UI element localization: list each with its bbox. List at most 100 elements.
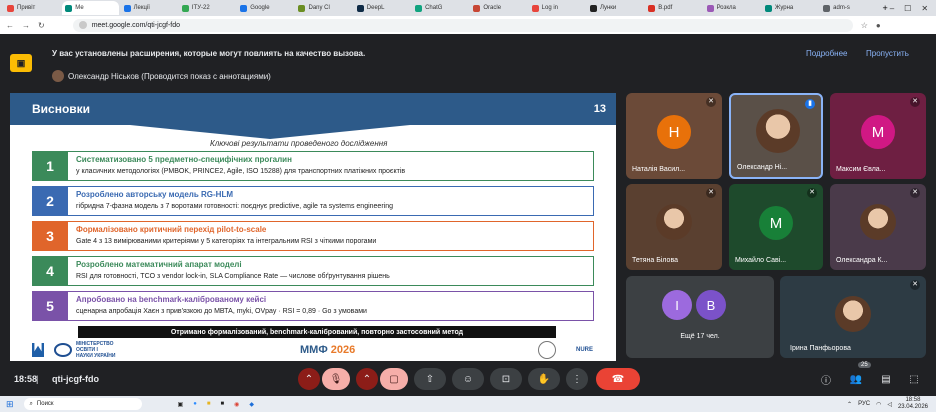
university-seal-logo [538,341,556,359]
shared-slide: Висновки 13 Ключові результати проведено… [10,93,616,361]
browser-tab[interactable]: Dany Cl [295,1,352,15]
conclusion-number: 2 [32,186,68,216]
more-info-link[interactable]: Подробнее [806,49,848,58]
conclusion-title: Систематизовано 5 предметно-специфічних … [76,155,292,164]
tab-label: Oracle [483,5,502,11]
conclusion-description: Gate 4 з 13 вимірюваними критеріями у 5 … [76,238,377,245]
camera-off-icon[interactable]: ▢ [380,368,408,390]
captions-icon[interactable]: ⊡ [490,368,522,390]
windows-start-icon[interactable]: ⊞ [6,399,14,410]
camera-options-chevron-icon[interactable]: ⌃ [356,368,378,390]
skip-link[interactable]: Пропустить [866,49,909,58]
tab-favicon-icon [764,4,772,12]
conclusion-row: 3 Формалізовано критичний перехід pilot-t… [32,221,594,251]
taskbar-search[interactable]: ⌕ Поиск [23,398,142,410]
maximize-icon[interactable]: ☐ [904,4,911,13]
bookmark-star-icon[interactable]: ☆ [861,21,868,30]
raise-hand-icon[interactable]: ✋ [528,368,560,390]
tab-label: Привіт [17,5,36,11]
browser-tab[interactable]: ІТУ-22 [178,1,236,15]
tab-label: Dany Cl [308,5,330,11]
store-icon[interactable]: ■ [220,401,224,408]
reload-icon[interactable]: ↻ [38,21,45,30]
mic-options-chevron-icon[interactable]: ⌃ [298,368,320,390]
browser-tab[interactable]: Oracle [470,1,527,15]
conclusion-body: Формалізовано критичний перехід pilot-to… [68,221,594,251]
chat-icon[interactable]: ▤ [876,368,896,390]
tab-favicon-icon [7,4,14,12]
tab-favicon-icon [531,4,539,12]
window-controls: – ☐ ✕ [890,4,936,13]
meeting-info-icon[interactable]: ⓘ [816,368,836,390]
mmf-label: ММФ 2026 [300,344,355,356]
browser-tab[interactable]: adm-s [820,1,877,15]
tray-chevron-icon[interactable]: ⌃ [847,401,852,408]
back-icon[interactable]: ← [6,21,14,30]
participant-video-thumbnail [756,109,800,153]
file-explorer-icon[interactable]: ■ [207,401,211,408]
present-screen-icon[interactable]: ⇧ [414,368,446,390]
profile-icon[interactable]: ● [876,21,881,30]
new-tab-icon[interactable]: + [882,3,887,13]
slide-page-number: 13 [593,103,606,115]
conclusion-number: 4 [32,256,68,286]
nure-logo: NURE [576,347,594,353]
browser-tab[interactable]: ChatG [412,1,469,15]
tab-label: Журна [774,5,794,11]
slide-footer: МІНІСТЕРСТВО ОСВІТИ І НАУКИ УКРАЇНИ ММФ … [32,340,594,360]
participant-tile[interactable]: Н Наталія Васил... ✕ [626,93,722,179]
tab-label: Log in [541,5,559,11]
volume-icon[interactable]: ◁ [887,401,892,408]
close-icon[interactable]: ✕ [921,4,928,13]
tab-label: ChatG [425,5,443,11]
site-info-icon[interactable] [78,21,87,29]
forward-icon[interactable]: → [22,21,30,30]
tab-label: Розкла [716,5,736,11]
participant-initial-avatar: M [759,206,793,240]
more-options-icon[interactable]: ⋮ [566,368,588,390]
taskbar-apps: ▣ ● ■ ■ ◉ ◆ [178,401,254,408]
participant-tile[interactable]: Олександра К... ✕ [830,184,926,270]
browser-tab[interactable]: Лекції [120,1,177,15]
language-indicator[interactable]: РУС [858,401,870,407]
minimize-icon[interactable]: – [890,4,894,13]
participant-tile[interactable]: M Максим Євла... ✕ [830,93,926,179]
leave-call-icon[interactable]: ☎ [596,368,640,390]
mic-off-icon[interactable]: 🎙 [322,368,350,390]
wifi-icon[interactable]: ◠ [876,401,881,408]
url-field[interactable]: meet.google.com/qti-jcgf-fdo [72,18,853,32]
zoom-app-icon[interactable]: ● [193,401,197,408]
emoji-icon[interactable]: ☺ [452,368,484,390]
participant-tile[interactable]: M Михайло Саві... ✕ [729,184,823,270]
participant-name: Олександра К... [836,257,888,264]
conclusion-number: 5 [32,291,68,321]
browser-tab[interactable]: Розкла [703,1,760,15]
people-icon[interactable]: 👥 [846,368,866,390]
tab-favicon-icon [298,4,306,12]
participant-tile[interactable]: Ірина Панфьорова ✕ [780,276,926,358]
participant-tile[interactable]: Тетяна Білова ✕ [626,184,722,270]
participant-name: Наталія Васил... [632,166,686,173]
participant-tile[interactable]: Олександр Ні... ▮ [729,93,823,179]
warning-text: У вас установлены расширения, которые мо… [52,48,366,58]
browser-tab[interactable]: Лунки [586,1,644,15]
browser-tab[interactable]: Google [237,1,294,15]
address-bar: ← → ↻ meet.google.com/qti-jcgf-fdo ☆ ● [0,16,936,34]
url-text: meet.google.com/qti-jcgf-fdo [91,21,181,29]
task-view-icon[interactable]: ▣ [178,401,184,408]
slide-title: Висновки [10,93,616,125]
taskbar-clock[interactable]: 18:58 23.04.2026 [898,397,928,411]
presenter-bar: Олександр Ніськов (Проводится показ с ан… [52,70,271,82]
browser-tab[interactable]: Привіт [4,1,61,15]
participant-name: Максим Євла... [836,166,886,173]
app-icon[interactable]: ◆ [249,401,254,408]
browser-tab[interactable]: DeepL [353,1,411,15]
chrome-icon[interactable]: ◉ [234,401,239,408]
browser-tab[interactable]: B.pdf [645,1,702,15]
browser-tab[interactable]: Ме [62,1,119,15]
participant-video-thumbnail [860,204,896,240]
browser-tab[interactable]: Log in [528,1,585,15]
browser-tab[interactable]: Журна [761,1,819,15]
activities-icon[interactable]: ⬚ [904,368,924,390]
participant-tile[interactable]: I B Ещё 17 чел. [626,276,774,358]
